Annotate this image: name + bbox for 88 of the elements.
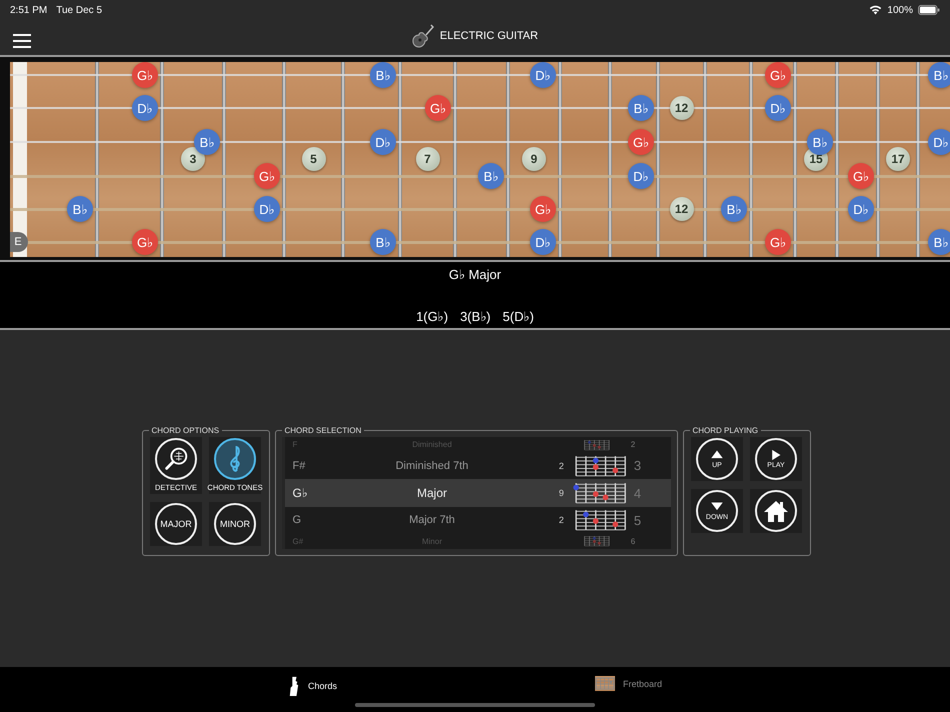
chord-type-label: Minor xyxy=(420,536,443,546)
position-number: 5 xyxy=(634,512,642,528)
chord-tone: 5(D♭) xyxy=(502,309,534,324)
note-marker: B♭ xyxy=(370,229,396,255)
note-marker: G♭ xyxy=(765,62,791,88)
note-marker: G♭ xyxy=(132,229,158,255)
position-number: 2 xyxy=(630,440,636,450)
panel-title: CHORD SELECTION xyxy=(284,426,362,435)
menu-button[interactable] xyxy=(13,34,31,48)
root-note-label: G♭ xyxy=(292,486,309,500)
start-fret-number: 9 xyxy=(558,488,564,498)
root-note-label: F# xyxy=(292,460,306,472)
fret-marker: 9 xyxy=(522,147,546,171)
picker-row[interactable]: G♭ Major 9 4 xyxy=(284,479,670,507)
note-marker: B♭ xyxy=(194,129,220,155)
panel-title: CHORD PLAYING xyxy=(692,426,760,435)
picker-row[interactable]: F# Diminished 7th 2 3 xyxy=(284,452,670,479)
picker-row[interactable]: F Diminished 2 xyxy=(284,437,670,453)
open-string-label: E xyxy=(10,232,28,252)
play-icon xyxy=(769,449,783,461)
note-marker: B♭ xyxy=(628,95,654,121)
note-marker: G♭ xyxy=(254,163,280,189)
battery-icon xyxy=(918,5,940,15)
position-number: 3 xyxy=(634,458,642,474)
start-fret-number: 2 xyxy=(558,460,564,471)
chord-tone: 3(B♭) xyxy=(460,309,491,324)
note-marker: D♭ xyxy=(132,95,158,121)
note-marker: D♭ xyxy=(370,129,396,155)
chord-type-label: Major 7th xyxy=(408,514,456,526)
root-note-label: F xyxy=(292,440,298,450)
note-marker: D♭ xyxy=(765,95,791,121)
start-fret-number: 2 xyxy=(558,515,564,526)
picker-row[interactable]: G Major 7th 2 5 xyxy=(284,507,670,534)
position-number: 4 xyxy=(634,486,642,500)
note-marker: G♭ xyxy=(628,129,654,155)
root-note-label: G xyxy=(292,514,302,526)
guitar-headstock-icon xyxy=(288,676,300,696)
triangle-icon xyxy=(710,501,724,513)
note-marker: D♭ xyxy=(530,229,556,255)
option-button[interactable]: MAJOR xyxy=(150,502,202,546)
fret-marker: 7 xyxy=(416,147,440,171)
note-marker: B♭ xyxy=(478,163,504,189)
note-marker: B♭ xyxy=(67,196,93,222)
note-marker: G♭ xyxy=(848,163,874,189)
note-marker: D♭ xyxy=(628,163,654,189)
note-marker: D♭ xyxy=(530,62,556,88)
note-marker: B♭ xyxy=(928,229,950,255)
note-marker: B♭ xyxy=(370,62,396,88)
wifi-icon xyxy=(869,5,882,15)
note-marker: G♭ xyxy=(530,196,556,222)
fretboard-icon xyxy=(594,676,615,691)
fret-marker: 17 xyxy=(886,147,910,171)
chord-picker[interactable]: F Diminished 2 F# Diminished 7th 2 3 G♭ Major 9 4 G Major 7th 2 5 G# Minor 6 xyxy=(282,437,670,549)
chord-type-label: Major xyxy=(416,486,448,500)
fret-marker: 5 xyxy=(302,147,326,171)
note-marker: B♭ xyxy=(928,62,950,88)
triangle-icon xyxy=(710,449,724,461)
status-date: Tue Dec 5 xyxy=(56,4,102,16)
note-marker: G♭ xyxy=(765,229,791,255)
magnifier-icon xyxy=(162,445,190,473)
tab[interactable]: Chords xyxy=(284,667,341,696)
status-time: 2:51 PM xyxy=(10,4,48,16)
chord-tone: 1(G♭) xyxy=(416,309,448,324)
option-button[interactable]: MINOR xyxy=(209,502,261,546)
note-marker: D♭ xyxy=(254,196,280,222)
position-number: 6 xyxy=(630,536,636,546)
house-icon xyxy=(763,499,789,523)
note-marker: B♭ xyxy=(721,196,747,222)
note-marker: G♭ xyxy=(132,62,158,88)
note-marker: G♭ xyxy=(425,95,451,121)
fret-marker: 12 xyxy=(670,197,694,221)
picker-row[interactable]: G# Minor 6 xyxy=(284,533,670,549)
chord-type-label: Diminished 7th xyxy=(394,460,470,472)
note-marker: D♭ xyxy=(848,196,874,222)
chord-name: G♭ Major xyxy=(448,267,502,282)
treble-clef-icon xyxy=(230,446,240,472)
root-note-label: G# xyxy=(292,536,304,546)
fret-marker: 3 xyxy=(181,147,205,171)
chord-type-label: Diminished xyxy=(411,440,453,450)
battery-percent: 100% xyxy=(887,4,913,16)
tab[interactable]: Fretboard xyxy=(590,667,666,691)
home-button[interactable] xyxy=(750,489,802,533)
note-marker: D♭ xyxy=(928,129,950,155)
panel-title: CHORD OPTIONS xyxy=(150,426,220,435)
note-marker: B♭ xyxy=(807,129,833,155)
app-title: ELECTRIC GUITAR xyxy=(440,30,538,42)
fret-marker: 12 xyxy=(670,96,694,120)
guitar-icon xyxy=(412,24,434,48)
